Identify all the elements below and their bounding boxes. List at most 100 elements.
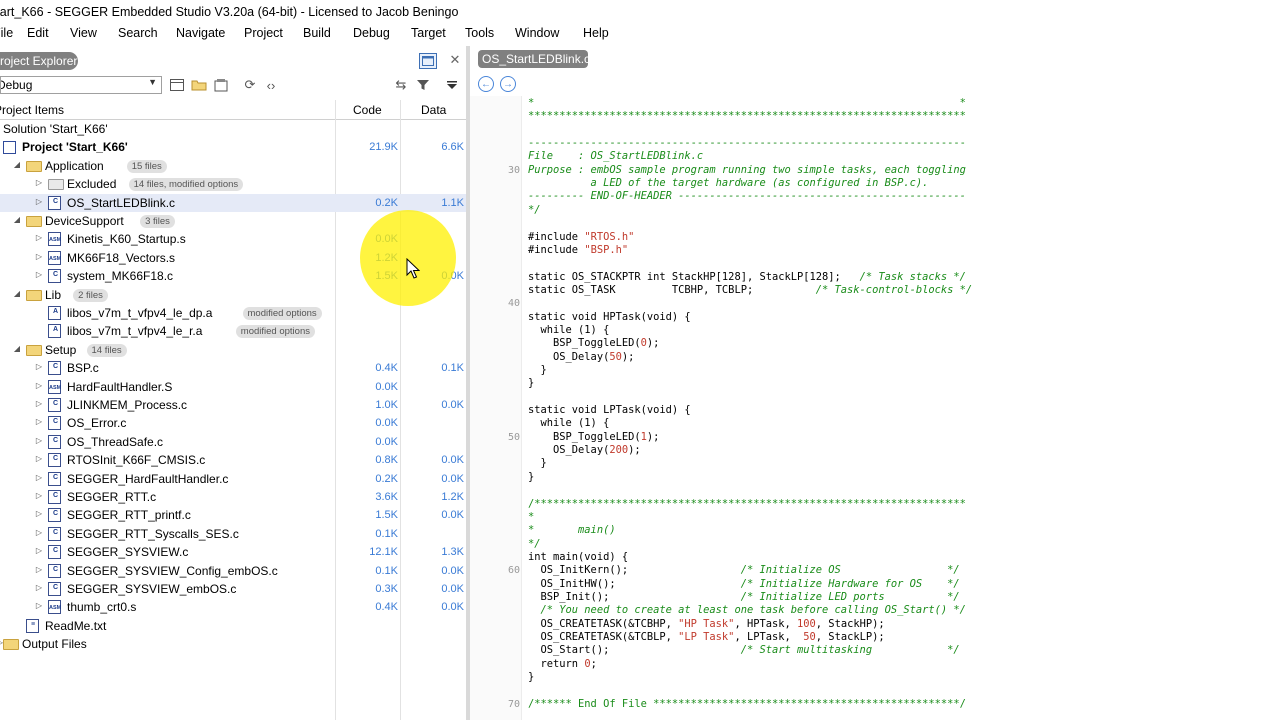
menu-search[interactable]: Search — [118, 26, 158, 40]
code-token: #include — [528, 243, 585, 256]
build-config-select[interactable]: Debug ▼ — [0, 76, 162, 94]
menu-help[interactable]: Help — [583, 26, 609, 40]
expand-arrow-icon[interactable]: ▷ — [34, 417, 44, 429]
asm-file-icon: ASM — [48, 232, 61, 247]
tree-row[interactable]: ▷ C SEGGER_RTT.c 3.6K 1.2K — [0, 488, 466, 506]
tree-row[interactable]: ▷ ASM HardFaultHandler.S 0.0K — [0, 378, 466, 396]
tree-row[interactable]: ▷ C SEGGER_SYSVIEW_Config_embOS.c 0.1K 0.0K — [0, 562, 466, 580]
tree-item-label: OS_StartLEDBlink.c — [67, 195, 176, 210]
tree-row[interactable]: Solution 'Start_K66' — [0, 120, 466, 138]
refresh-icon[interactable]: ⟳ — [241, 77, 259, 93]
c-file-icon: C — [48, 269, 61, 284]
forward-icon[interactable]: → — [500, 76, 516, 92]
window-list-icon[interactable] — [168, 77, 186, 93]
line-number: 60 — [507, 565, 520, 577]
collapse-arrow-icon[interactable]: ◢ — [12, 160, 22, 172]
expand-arrow-icon[interactable]: ▷ — [34, 362, 44, 374]
column-data[interactable]: Data — [421, 103, 446, 117]
filter-icon[interactable] — [414, 77, 432, 93]
code-line: Purpose : embOS sample program running t… — [528, 164, 966, 177]
menu-file[interactable]: File — [0, 26, 13, 40]
expand-arrow-icon[interactable]: ▷ — [34, 528, 44, 540]
expand-arrow-icon[interactable]: ▷ — [34, 546, 44, 558]
expand-arrow-icon[interactable]: ▷ — [34, 233, 44, 245]
menu-project[interactable]: Project — [244, 26, 283, 40]
tree-row[interactable]: ▷ C SEGGER_RTT_Syscalls_SES.c 0.1K — [0, 525, 466, 543]
code-token: File : OS_StartLEDBlink.c — [528, 150, 704, 163]
code-token: , LPTask, — [734, 631, 804, 643]
tree-row[interactable]: Project 'Start_K66' 21.9K 6.6K — [0, 138, 466, 156]
code-token: * * — [528, 97, 966, 109]
menu-edit[interactable]: Edit — [27, 26, 49, 40]
text-file-glyph: ≡ — [31, 620, 36, 628]
code-token: "RTOS.h" — [584, 230, 635, 243]
collapse-arrow-icon[interactable]: ◢ — [12, 215, 22, 227]
menu-window[interactable]: Window — [515, 26, 559, 40]
properties-icon[interactable] — [212, 77, 230, 93]
tree-row[interactable]: ▷ C SEGGER_SYSVIEW.c 12.1K 1.3K — [0, 543, 466, 561]
data-size-value: 0.0K — [441, 399, 464, 411]
tree-row[interactable]: ▷ C RTOSInit_K66F_CMSIS.c 0.8K 0.0K — [0, 451, 466, 469]
more-options-icon[interactable] — [443, 77, 461, 93]
code-token: /* Task-control-blocks */ — [815, 283, 973, 296]
expand-arrow-icon[interactable]: ▷ — [34, 399, 44, 411]
tree-row[interactable]: ◢ Setup 14 files — [0, 341, 466, 359]
back-icon[interactable]: ← — [478, 76, 494, 92]
tree-row[interactable]: ▷ C SEGGER_SYSVIEW_embOS.c 0.3K 0.0K — [0, 580, 466, 598]
tree-row[interactable]: Alibos_v7m_t_vfpv4_le_dp.a modified optio… — [0, 304, 466, 322]
tree-row[interactable]: ≡ ReadMe.txt — [0, 617, 466, 635]
tree-row[interactable]: ▷ C OS_ThreadSafe.c 0.0K — [0, 433, 466, 451]
project-explorer-tab[interactable]: Project Explorer — [0, 52, 78, 70]
column-code[interactable]: Code — [353, 103, 382, 117]
tree-row[interactable]: ▷ C SEGGER_HardFaultHandler.c 0.2K 0.0K — [0, 470, 466, 488]
menu-debug[interactable]: Debug — [353, 26, 390, 40]
expand-arrow-icon[interactable]: ▷ — [34, 197, 44, 209]
tree-row[interactable]: ▷ C BSP.c 0.4K 0.1K — [0, 359, 466, 377]
asm-file-glyph: ASM — [49, 605, 62, 612]
expand-arrow-icon[interactable]: ▷ — [34, 436, 44, 448]
tree-row[interactable]: ▷ ASM thumb_crt0.s 0.4K 0.0K — [0, 598, 466, 616]
line-number: 40 — [507, 298, 520, 310]
expand-arrow-icon[interactable]: ▷ — [34, 270, 44, 282]
code-token: /* Task stacks */ — [859, 270, 966, 283]
code-token: , StackLP); — [815, 631, 885, 643]
expand-arrow-icon[interactable]: ▷ — [34, 491, 44, 503]
tree-row[interactable]: ▷ C OS_Error.c 0.0K — [0, 414, 466, 432]
expand-arrow-icon[interactable]: ▷ — [34, 583, 44, 595]
tree-item-label: Application — [45, 158, 104, 173]
tree-row[interactable]: Alibos_v7m_t_vfpv4_le_r.a modified option… — [0, 322, 466, 340]
dock-window-icon[interactable] — [419, 53, 437, 69]
code-token: } — [528, 364, 547, 376]
close-icon[interactable]: ✕ — [448, 51, 462, 69]
tree-row[interactable]: ▷Output Files — [0, 635, 466, 653]
column-project-items[interactable]: Project Items — [0, 103, 64, 117]
tree-row[interactable]: ◢ Application 15 files — [0, 157, 466, 175]
expand-arrow-icon[interactable]: ▷ — [34, 601, 44, 613]
c-file-icon: C — [48, 563, 61, 578]
expand-arrow-icon[interactable]: ▷ — [34, 252, 44, 264]
menu-tools[interactable]: Tools — [465, 26, 494, 40]
expand-arrow-icon[interactable]: ▷ — [34, 178, 44, 190]
menu-target[interactable]: Target — [411, 26, 446, 40]
expand-arrow-icon[interactable]: ▷ — [34, 454, 44, 466]
expand-arrow-icon[interactable]: ▷ — [34, 473, 44, 485]
tree-item-label: ReadMe.txt — [45, 618, 107, 633]
code-area[interactable]: * * *************************************… — [528, 96, 1278, 720]
tree-row[interactable]: ▷ C JLINKMEM_Process.c 1.0K 0.0K — [0, 396, 466, 414]
menu-navigate[interactable]: Navigate — [176, 26, 225, 40]
tree-row[interactable]: ▷ C SEGGER_RTT_printf.c 1.5K 0.0K — [0, 506, 466, 524]
tree-row[interactable]: ▷ Excluded 14 files, modified options — [0, 175, 466, 193]
menu-view[interactable]: View — [70, 26, 97, 40]
expand-arrow-icon[interactable]: ▷ — [34, 509, 44, 521]
tree-row[interactable]: ▷ C OS_StartLEDBlink.c 0.2K 1.1K — [0, 193, 466, 212]
code-token: OS_Delay( — [528, 444, 610, 457]
editor-tab[interactable]: OS_StartLEDBlink.c — [478, 50, 590, 68]
sync-icon[interactable]: ⇆ — [392, 77, 410, 93]
collapse-arrow-icon[interactable]: ◢ — [12, 289, 22, 301]
open-folder-icon[interactable] — [190, 77, 208, 93]
menu-build[interactable]: Build — [303, 26, 331, 40]
expand-arrow-icon[interactable]: ▷ — [34, 565, 44, 577]
code-view-icon[interactable]: ‹› — [262, 77, 280, 93]
collapse-arrow-icon[interactable]: ◢ — [12, 344, 22, 356]
expand-arrow-icon[interactable]: ▷ — [34, 381, 44, 393]
